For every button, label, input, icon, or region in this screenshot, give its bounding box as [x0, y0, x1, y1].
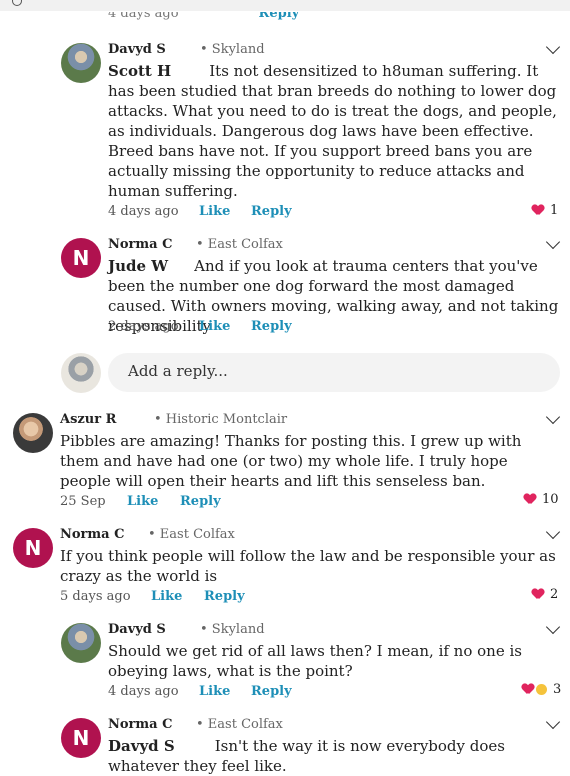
- author-location: • East Colfax: [148, 527, 235, 542]
- heart-icon: [532, 589, 544, 600]
- reply-button[interactable]: Reply: [180, 494, 221, 509]
- heart-icon: [524, 494, 536, 505]
- chevron-down-icon[interactable]: [545, 619, 561, 635]
- author-name[interactable]: Norma C: [108, 717, 172, 732]
- author-name[interactable]: Norma C: [108, 237, 172, 252]
- timestamp: 5 days ago: [60, 589, 131, 604]
- avatar[interactable]: N: [13, 528, 53, 568]
- chevron-down-icon[interactable]: [545, 524, 561, 540]
- mention[interactable]: Davyd S: [108, 737, 175, 755]
- top-bar: [0, 0, 570, 11]
- author-location: • Historic Montclair: [154, 412, 288, 427]
- timestamp: 4 days ago: [108, 204, 179, 219]
- like-button[interactable]: Like: [199, 319, 230, 334]
- avatar[interactable]: [61, 623, 101, 663]
- reply-link[interactable]: Reply: [259, 12, 300, 21]
- author-name[interactable]: Aszur R: [60, 412, 116, 427]
- timestamp: 25 Sep: [60, 494, 106, 509]
- comment-text: Davyd S Isn't the way it is now everybody…: [108, 737, 505, 775]
- comment-text: If you think people will follow the law …: [60, 547, 556, 585]
- reaction-count[interactable]: 2: [532, 587, 558, 602]
- reply-button[interactable]: Reply: [251, 684, 292, 699]
- heart-icon: [532, 205, 544, 216]
- reaction-count[interactable]: 1: [532, 203, 558, 218]
- comment-text: Pibbles are amazing! Thanks for posting …: [60, 432, 522, 490]
- chevron-down-icon[interactable]: [545, 39, 561, 55]
- avatar[interactable]: N: [61, 238, 101, 278]
- previous-comment-footer: 4 days ago Reply: [108, 12, 299, 22]
- reply-button[interactable]: Reply: [251, 319, 292, 334]
- author-name[interactable]: Davyd S: [108, 622, 166, 637]
- avatar[interactable]: [61, 43, 101, 83]
- chevron-down-icon[interactable]: [545, 714, 561, 730]
- smile-icon: [536, 684, 547, 695]
- author-name[interactable]: Davyd S: [108, 42, 166, 57]
- mention[interactable]: Jude W: [108, 257, 168, 275]
- add-reply-input[interactable]: Add a reply...: [108, 353, 560, 392]
- chevron-down-icon[interactable]: [545, 409, 561, 425]
- mention[interactable]: Scott H: [108, 62, 171, 80]
- reaction-count[interactable]: 10: [524, 492, 559, 507]
- chevron-down-icon[interactable]: [545, 234, 561, 250]
- author-location: • East Colfax: [196, 717, 283, 732]
- reply-button[interactable]: Reply: [251, 204, 292, 219]
- timestamp: 2 days ago: [108, 319, 179, 334]
- avatar[interactable]: [13, 413, 53, 453]
- search-icon[interactable]: [12, 0, 22, 6]
- comment-text: Scott H Its not desensitized to h8uman su…: [108, 62, 557, 200]
- avatar[interactable]: N: [61, 718, 101, 758]
- like-button[interactable]: Like: [151, 589, 182, 604]
- author-location: • Skyland: [200, 42, 265, 57]
- author-name[interactable]: Norma C: [60, 527, 124, 542]
- heart-icon: [522, 684, 534, 695]
- like-button[interactable]: Like: [199, 204, 230, 219]
- like-button[interactable]: Like: [199, 684, 230, 699]
- reply-button[interactable]: Reply: [204, 589, 245, 604]
- current-user-avatar: [61, 353, 101, 393]
- like-button[interactable]: Like: [127, 494, 158, 509]
- author-location: • Skyland: [200, 622, 265, 637]
- reaction-count[interactable]: 3: [522, 682, 561, 697]
- author-location: • East Colfax: [196, 237, 283, 252]
- comment-text: Should we get rid of all laws then? I me…: [108, 642, 522, 680]
- timestamp: 4 days ago: [108, 684, 179, 699]
